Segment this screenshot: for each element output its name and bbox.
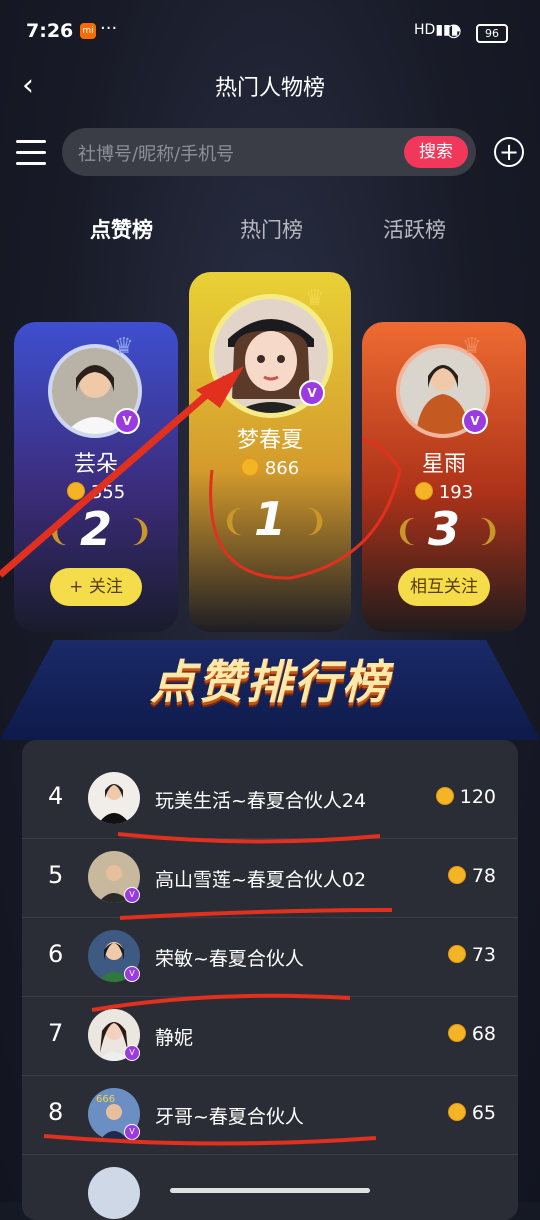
annotation-underline [117,832,381,844]
annotation-underline [43,1134,377,1146]
annotation-circle [209,438,402,580]
home-indicator[interactable] [170,1188,370,1193]
annotation-underline [91,993,351,1012]
annotation-underline [119,908,393,920]
annotation-overlay [0,366,402,1146]
annotation-arrow [0,375,229,578]
